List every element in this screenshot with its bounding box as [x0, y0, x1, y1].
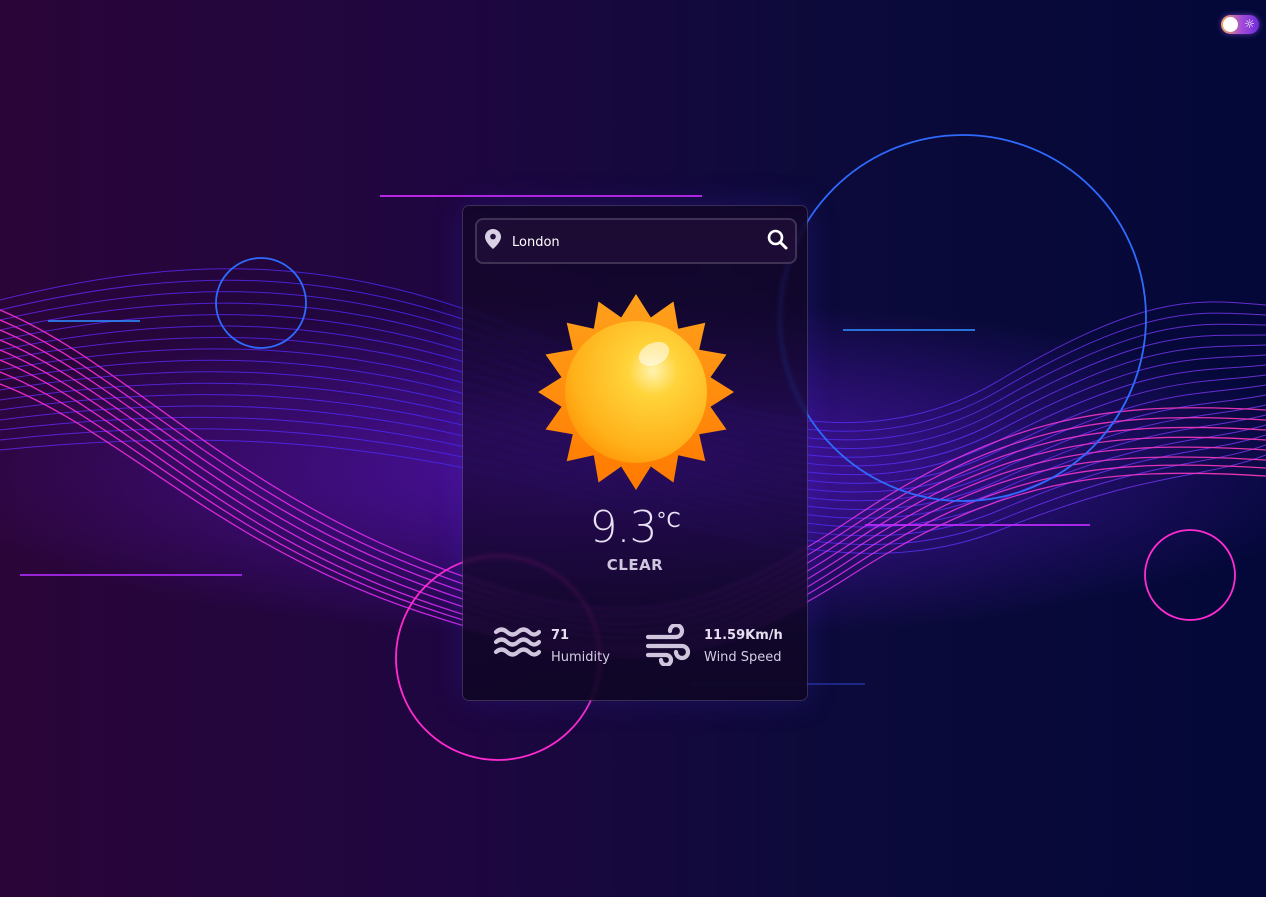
- city-search-input[interactable]: [510, 230, 754, 254]
- wind-speed-label: Wind Speed: [704, 650, 782, 665]
- sun-toggle-icon: ☼: [1244, 17, 1255, 31]
- map-pin-icon: [485, 229, 501, 249]
- toggle-knob: [1223, 17, 1238, 32]
- temperature-display: 9.3°C: [463, 502, 807, 553]
- search-icon[interactable]: [765, 227, 791, 253]
- waves-icon: [493, 627, 541, 657]
- wind-speed-value: 11.59Km/h: [704, 628, 783, 643]
- sun-icon: [538, 294, 734, 490]
- humidity-value: 71: [551, 628, 570, 643]
- temperature-value: 9.3: [589, 502, 658, 553]
- theme-toggle[interactable]: ☼: [1221, 15, 1259, 34]
- wind-icon: [646, 624, 691, 666]
- weather-condition: CLEAR: [606, 556, 664, 574]
- temperature-unit: °C: [656, 508, 681, 532]
- weather-card: 9.3°C CLEAR 71 Humidity 11.59Km/h Wind S…: [462, 205, 808, 701]
- search-bar: [475, 218, 797, 264]
- humidity-label: Humidity: [551, 650, 610, 665]
